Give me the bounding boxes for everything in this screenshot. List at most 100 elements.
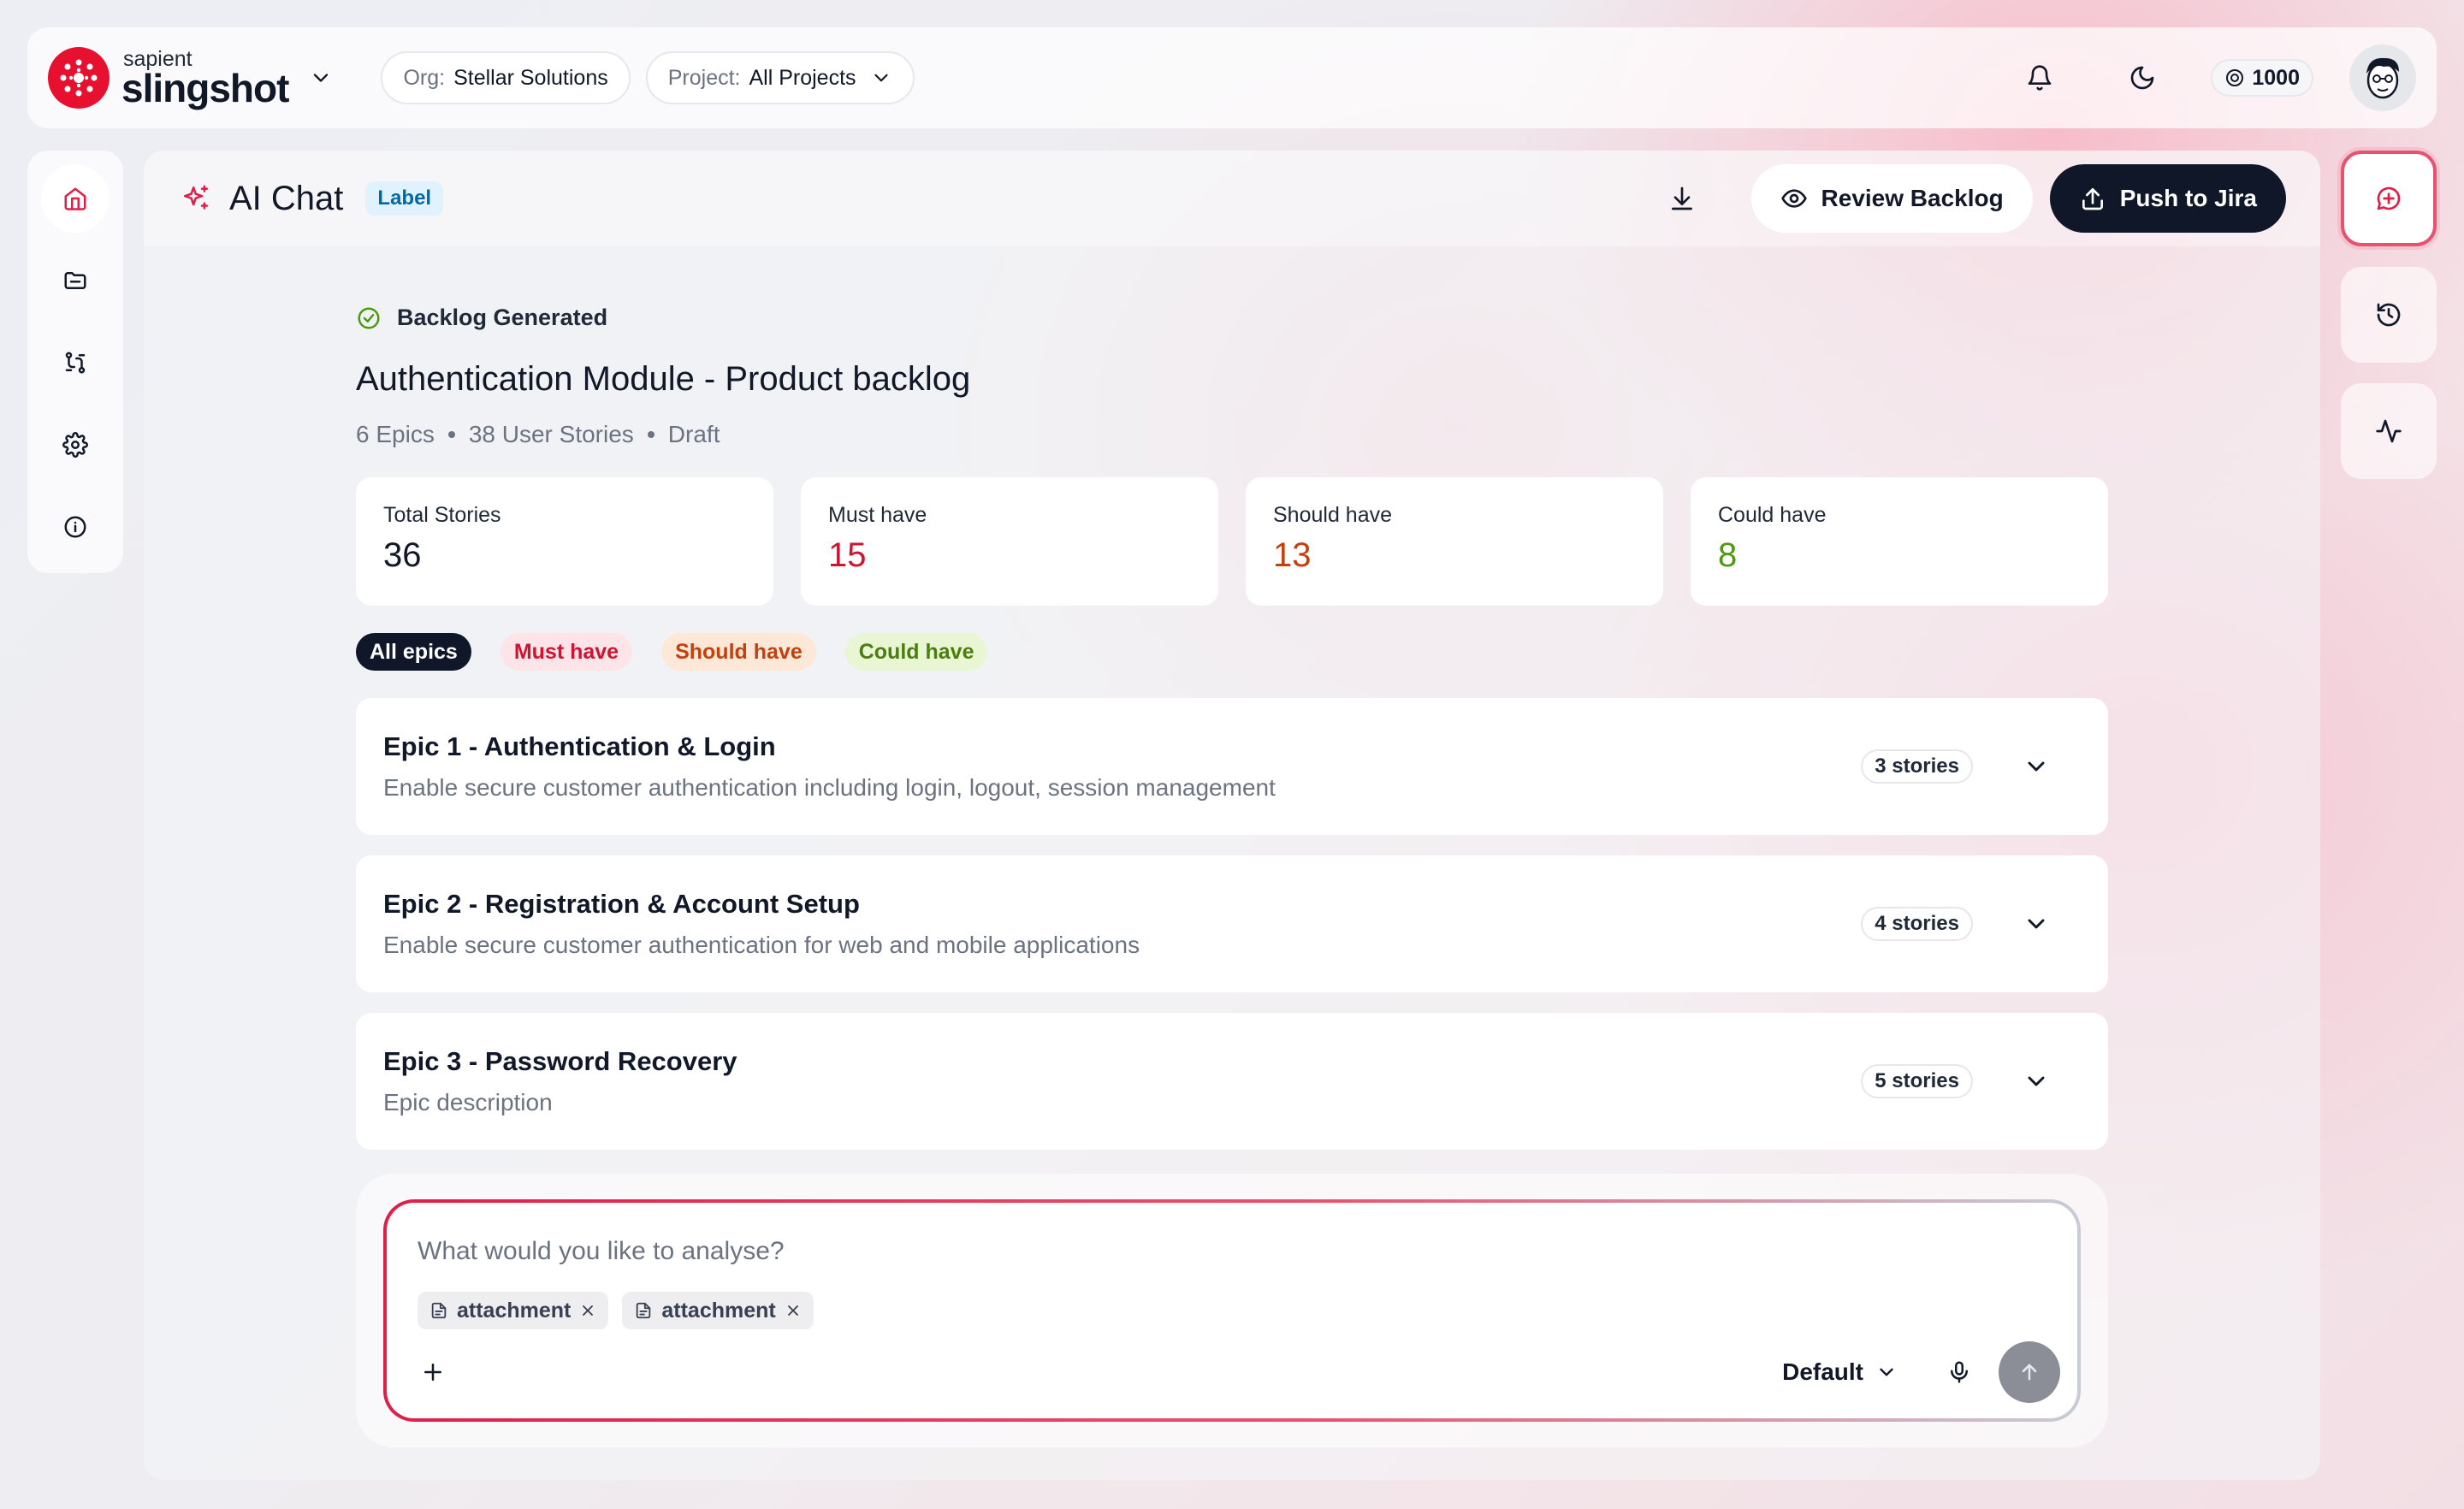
stat-card-could: Could have 8 (1691, 477, 2108, 606)
credits-badge[interactable]: 1000 (2211, 59, 2313, 97)
moon-icon (2131, 66, 2154, 90)
sidebar-item-workflows[interactable] (41, 328, 110, 397)
bell-icon (2029, 65, 2052, 91)
priority-filters: All epics Must have Should have Could ha… (356, 633, 2108, 671)
new-chat-button[interactable] (2341, 151, 2437, 246)
coin-icon (2226, 69, 2244, 86)
backlog-title: Authentication Module - Product backlog (356, 360, 971, 398)
theme-toggle-button[interactable] (2117, 52, 2168, 104)
sidebar-item-home[interactable] (41, 164, 110, 233)
expand-epic-button[interactable] (2019, 749, 2053, 784)
attachment-chip[interactable]: attachment (418, 1292, 609, 1329)
project-label: Project: (667, 65, 741, 90)
brand-logo[interactable]: sapient slingshot (48, 47, 333, 109)
microphone-icon (1951, 1361, 1968, 1383)
epics-count: 6 Epics (356, 421, 435, 447)
stat-value: 36 (383, 536, 422, 574)
chat-composer: attachment attachment Default (383, 1199, 2081, 1422)
activity-icon (2376, 419, 2402, 443)
notifications-button[interactable] (2014, 52, 2065, 104)
epic-description: Epic description (383, 1089, 553, 1115)
stat-card-must: Must have 15 (801, 477, 1218, 606)
expand-epic-button[interactable] (2019, 907, 2053, 941)
separator-dot (447, 431, 455, 438)
sparkle-icon (183, 185, 209, 210)
filter-must-have[interactable]: Must have (500, 633, 633, 671)
chat-input[interactable] (418, 1237, 2046, 1266)
chevron-down-icon (2028, 1076, 2045, 1086)
epic-title: Epic 2 - Registration & Account Setup (383, 889, 860, 919)
stat-value: 13 (1273, 536, 1312, 574)
org-value: Stellar Solutions (453, 65, 608, 90)
title-badge: Label (365, 181, 444, 216)
stat-label: Total Stories (383, 503, 501, 527)
folder-icon (64, 272, 86, 289)
page-title: AI Chat (229, 179, 344, 217)
attachment-chip[interactable]: attachment (622, 1292, 814, 1329)
main-panel: AI Chat Label Review Backlog Push to Jir… (144, 151, 2320, 1480)
chevron-down-icon (874, 74, 888, 82)
file-icon (637, 1302, 651, 1319)
review-backlog-button[interactable]: Review Backlog (1750, 164, 2033, 233)
upload-icon (2082, 188, 2103, 210)
info-icon (64, 516, 86, 538)
chevron-down-icon[interactable] (309, 66, 333, 90)
sidebar-item-settings[interactable] (41, 411, 110, 479)
activity-button[interactable] (2341, 383, 2437, 479)
stat-card-should: Should have 13 (1246, 477, 1663, 606)
epic-title: Epic 1 - Authentication & Login (383, 731, 776, 761)
backlog-meta: 6 Epics 38 User Stories Draft (356, 421, 2108, 448)
project-value: All Projects (749, 65, 856, 90)
stories-count-badge: 3 stories (1861, 749, 1973, 784)
close-icon[interactable] (579, 1302, 596, 1319)
brand-name: slingshot (121, 65, 289, 110)
backlog-state: Draft (667, 421, 720, 447)
project-selector[interactable]: Project: All Projects (645, 51, 915, 104)
download-button[interactable] (1652, 169, 1712, 228)
voice-input-button[interactable] (1940, 1353, 1978, 1391)
push-to-jira-button[interactable]: Push to Jira (2049, 164, 2286, 233)
user-avatar[interactable] (2349, 44, 2416, 111)
stat-value: 8 (1718, 536, 1738, 574)
backlog-status-text: Backlog Generated (397, 305, 608, 330)
chevron-down-icon (1880, 1368, 1893, 1376)
stories-count-badge: 4 stories (1861, 907, 1973, 941)
send-button[interactable] (1999, 1341, 2060, 1403)
org-selector[interactable]: Org: Stellar Solutions (381, 51, 631, 104)
attachment-name: attachment (661, 1298, 776, 1323)
add-attachment-button[interactable] (414, 1353, 452, 1391)
gear-icon (62, 432, 88, 458)
arrow-up-icon (2022, 1364, 2037, 1381)
epic-row[interactable]: Epic 2 - Registration & Account Setup En… (356, 855, 2108, 992)
history-icon (2377, 303, 2401, 327)
sidebar-item-info[interactable] (41, 493, 110, 561)
filter-should-have[interactable]: Should have (661, 633, 816, 671)
expand-epic-button[interactable] (2019, 1064, 2053, 1098)
left-sidebar (27, 151, 123, 573)
history-button[interactable] (2341, 267, 2437, 363)
stat-label: Could have (1718, 503, 1827, 527)
epic-row[interactable]: Epic 1 - Authentication & Login Enable s… (356, 698, 2108, 835)
stats-row: Total Stories 36 Must have 15 Should hav… (356, 477, 2108, 606)
epic-description: Enable secure customer authentication fo… (383, 932, 1140, 958)
sidebar-item-projects[interactable] (41, 246, 110, 315)
chat-header: AI Chat Label Review Backlog Push to Jir… (144, 151, 2320, 246)
chat-plus-icon (2377, 186, 2401, 210)
chevron-down-icon (2028, 761, 2045, 772)
filter-could-have[interactable]: Could have (844, 633, 988, 671)
epic-row[interactable]: Epic 3 - Password Recovery Epic descript… (356, 1013, 2108, 1150)
credits-value: 1000 (2252, 65, 2300, 90)
epic-title: Epic 3 - Password Recovery (383, 1046, 737, 1076)
chevron-down-icon (2028, 919, 2045, 929)
avatar-illustration-icon (2353, 48, 2413, 108)
separator-dot (647, 431, 654, 438)
close-icon[interactable] (785, 1302, 802, 1319)
push-to-jira-label: Push to Jira (2119, 185, 2257, 211)
filter-all-epics[interactable]: All epics (356, 633, 471, 671)
download-icon (1671, 186, 1692, 210)
attachment-name: attachment (457, 1298, 572, 1323)
file-icon (431, 1302, 447, 1319)
slingshot-logo-icon (48, 47, 110, 109)
model-selector[interactable]: Default (1782, 1358, 1898, 1386)
chat-composer-container: attachment attachment Default (356, 1174, 2108, 1447)
